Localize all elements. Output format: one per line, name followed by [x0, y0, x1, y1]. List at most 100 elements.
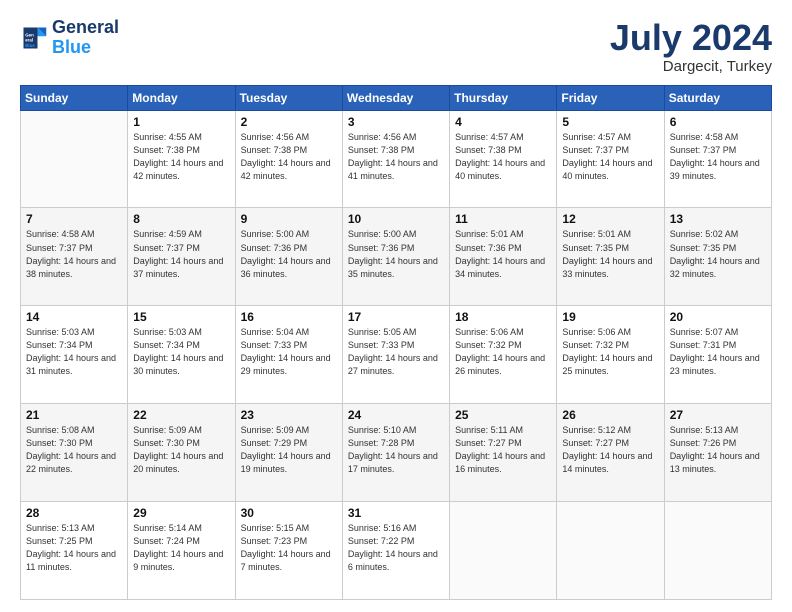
sunrise-text: Sunrise: 4:56 AM — [348, 132, 417, 142]
table-row: 6 Sunrise: 4:58 AM Sunset: 7:37 PM Dayli… — [664, 110, 771, 208]
month-year-title: July 2024 — [610, 18, 772, 58]
sunset-text: Sunset: 7:29 PM — [241, 438, 308, 448]
sunset-text: Sunset: 7:38 PM — [348, 145, 415, 155]
cell-info: Sunrise: 5:11 AM Sunset: 7:27 PM Dayligh… — [455, 424, 551, 476]
daylight-text: Daylight: 14 hours and 25 minutes. — [562, 353, 652, 376]
sunset-text: Sunset: 7:22 PM — [348, 536, 415, 546]
sunrise-text: Sunrise: 5:03 AM — [26, 327, 95, 337]
day-number: 9 — [241, 212, 337, 226]
title-block: July 2024 Dargecit, Turkey — [610, 18, 772, 75]
day-number: 12 — [562, 212, 658, 226]
cell-info: Sunrise: 4:57 AM Sunset: 7:37 PM Dayligh… — [562, 131, 658, 183]
table-row: 5 Sunrise: 4:57 AM Sunset: 7:37 PM Dayli… — [557, 110, 664, 208]
daylight-text: Daylight: 14 hours and 22 minutes. — [26, 451, 116, 474]
cell-info: Sunrise: 5:00 AM Sunset: 7:36 PM Dayligh… — [241, 228, 337, 280]
day-number: 19 — [562, 310, 658, 324]
day-number: 11 — [455, 212, 551, 226]
day-number: 16 — [241, 310, 337, 324]
table-row — [557, 502, 664, 600]
sunset-text: Sunset: 7:38 PM — [455, 145, 522, 155]
sunrise-text: Sunrise: 5:00 AM — [241, 229, 310, 239]
sunset-text: Sunset: 7:35 PM — [562, 243, 629, 253]
day-number: 4 — [455, 115, 551, 129]
table-row: 27 Sunrise: 5:13 AM Sunset: 7:26 PM Dayl… — [664, 404, 771, 502]
calendar-table: Sunday Monday Tuesday Wednesday Thursday… — [20, 85, 772, 600]
day-number: 25 — [455, 408, 551, 422]
sunset-text: Sunset: 7:38 PM — [133, 145, 200, 155]
daylight-text: Daylight: 14 hours and 7 minutes. — [241, 549, 331, 572]
sunset-text: Sunset: 7:32 PM — [455, 340, 522, 350]
col-monday: Monday — [128, 85, 235, 110]
day-number: 26 — [562, 408, 658, 422]
sunrise-text: Sunrise: 5:01 AM — [455, 229, 524, 239]
table-row: 16 Sunrise: 5:04 AM Sunset: 7:33 PM Dayl… — [235, 306, 342, 404]
sunrise-text: Sunrise: 5:10 AM — [348, 425, 417, 435]
cell-info: Sunrise: 5:03 AM Sunset: 7:34 PM Dayligh… — [26, 326, 122, 378]
table-row: 17 Sunrise: 5:05 AM Sunset: 7:33 PM Dayl… — [342, 306, 449, 404]
sunrise-text: Sunrise: 4:55 AM — [133, 132, 202, 142]
sunset-text: Sunset: 7:28 PM — [348, 438, 415, 448]
day-number: 10 — [348, 212, 444, 226]
table-row: 22 Sunrise: 5:09 AM Sunset: 7:30 PM Dayl… — [128, 404, 235, 502]
svg-text:Blue: Blue — [25, 43, 35, 48]
sunrise-text: Sunrise: 5:04 AM — [241, 327, 310, 337]
svg-text:Gen: Gen — [25, 32, 34, 37]
sunset-text: Sunset: 7:37 PM — [670, 145, 737, 155]
col-sunday: Sunday — [21, 85, 128, 110]
day-number: 17 — [348, 310, 444, 324]
col-tuesday: Tuesday — [235, 85, 342, 110]
calendar-week-row: 7 Sunrise: 4:58 AM Sunset: 7:37 PM Dayli… — [21, 208, 772, 306]
cell-info: Sunrise: 5:12 AM Sunset: 7:27 PM Dayligh… — [562, 424, 658, 476]
cell-info: Sunrise: 5:08 AM Sunset: 7:30 PM Dayligh… — [26, 424, 122, 476]
sunrise-text: Sunrise: 5:12 AM — [562, 425, 631, 435]
cell-info: Sunrise: 5:01 AM Sunset: 7:35 PM Dayligh… — [562, 228, 658, 280]
daylight-text: Daylight: 14 hours and 36 minutes. — [241, 256, 331, 279]
cell-info: Sunrise: 5:16 AM Sunset: 7:22 PM Dayligh… — [348, 522, 444, 574]
table-row: 12 Sunrise: 5:01 AM Sunset: 7:35 PM Dayl… — [557, 208, 664, 306]
day-number: 22 — [133, 408, 229, 422]
table-row: 13 Sunrise: 5:02 AM Sunset: 7:35 PM Dayl… — [664, 208, 771, 306]
cell-info: Sunrise: 5:05 AM Sunset: 7:33 PM Dayligh… — [348, 326, 444, 378]
daylight-text: Daylight: 14 hours and 40 minutes. — [562, 158, 652, 181]
sunset-text: Sunset: 7:34 PM — [133, 340, 200, 350]
sunrise-text: Sunrise: 4:57 AM — [455, 132, 524, 142]
daylight-text: Daylight: 14 hours and 38 minutes. — [26, 256, 116, 279]
day-number: 18 — [455, 310, 551, 324]
svg-text:eral: eral — [25, 37, 33, 42]
calendar-week-row: 14 Sunrise: 5:03 AM Sunset: 7:34 PM Dayl… — [21, 306, 772, 404]
sunset-text: Sunset: 7:33 PM — [348, 340, 415, 350]
sunrise-text: Sunrise: 4:56 AM — [241, 132, 310, 142]
day-number: 20 — [670, 310, 766, 324]
table-row: 19 Sunrise: 5:06 AM Sunset: 7:32 PM Dayl… — [557, 306, 664, 404]
daylight-text: Daylight: 14 hours and 34 minutes. — [455, 256, 545, 279]
cell-info: Sunrise: 5:02 AM Sunset: 7:35 PM Dayligh… — [670, 228, 766, 280]
daylight-text: Daylight: 14 hours and 32 minutes. — [670, 256, 760, 279]
sunrise-text: Sunrise: 5:14 AM — [133, 523, 202, 533]
sunset-text: Sunset: 7:27 PM — [562, 438, 629, 448]
daylight-text: Daylight: 14 hours and 33 minutes. — [562, 256, 652, 279]
daylight-text: Daylight: 14 hours and 14 minutes. — [562, 451, 652, 474]
daylight-text: Daylight: 14 hours and 26 minutes. — [455, 353, 545, 376]
sunrise-text: Sunrise: 5:09 AM — [241, 425, 310, 435]
daylight-text: Daylight: 14 hours and 13 minutes. — [670, 451, 760, 474]
table-row: 10 Sunrise: 5:00 AM Sunset: 7:36 PM Dayl… — [342, 208, 449, 306]
col-friday: Friday — [557, 85, 664, 110]
cell-info: Sunrise: 5:06 AM Sunset: 7:32 PM Dayligh… — [455, 326, 551, 378]
table-row: 2 Sunrise: 4:56 AM Sunset: 7:38 PM Dayli… — [235, 110, 342, 208]
sunset-text: Sunset: 7:36 PM — [241, 243, 308, 253]
sunset-text: Sunset: 7:34 PM — [26, 340, 93, 350]
logo: Gen eral Blue General Blue — [20, 18, 119, 58]
table-row: 23 Sunrise: 5:09 AM Sunset: 7:29 PM Dayl… — [235, 404, 342, 502]
table-row: 1 Sunrise: 4:55 AM Sunset: 7:38 PM Dayli… — [128, 110, 235, 208]
daylight-text: Daylight: 14 hours and 42 minutes. — [241, 158, 331, 181]
daylight-text: Daylight: 14 hours and 6 minutes. — [348, 549, 438, 572]
table-row: 9 Sunrise: 5:00 AM Sunset: 7:36 PM Dayli… — [235, 208, 342, 306]
cell-info: Sunrise: 5:13 AM Sunset: 7:25 PM Dayligh… — [26, 522, 122, 574]
table-row: 7 Sunrise: 4:58 AM Sunset: 7:37 PM Dayli… — [21, 208, 128, 306]
table-row: 25 Sunrise: 5:11 AM Sunset: 7:27 PM Dayl… — [450, 404, 557, 502]
day-number: 31 — [348, 506, 444, 520]
table-row: 15 Sunrise: 5:03 AM Sunset: 7:34 PM Dayl… — [128, 306, 235, 404]
sunrise-text: Sunrise: 5:03 AM — [133, 327, 202, 337]
sunset-text: Sunset: 7:36 PM — [348, 243, 415, 253]
sunrise-text: Sunrise: 5:08 AM — [26, 425, 95, 435]
